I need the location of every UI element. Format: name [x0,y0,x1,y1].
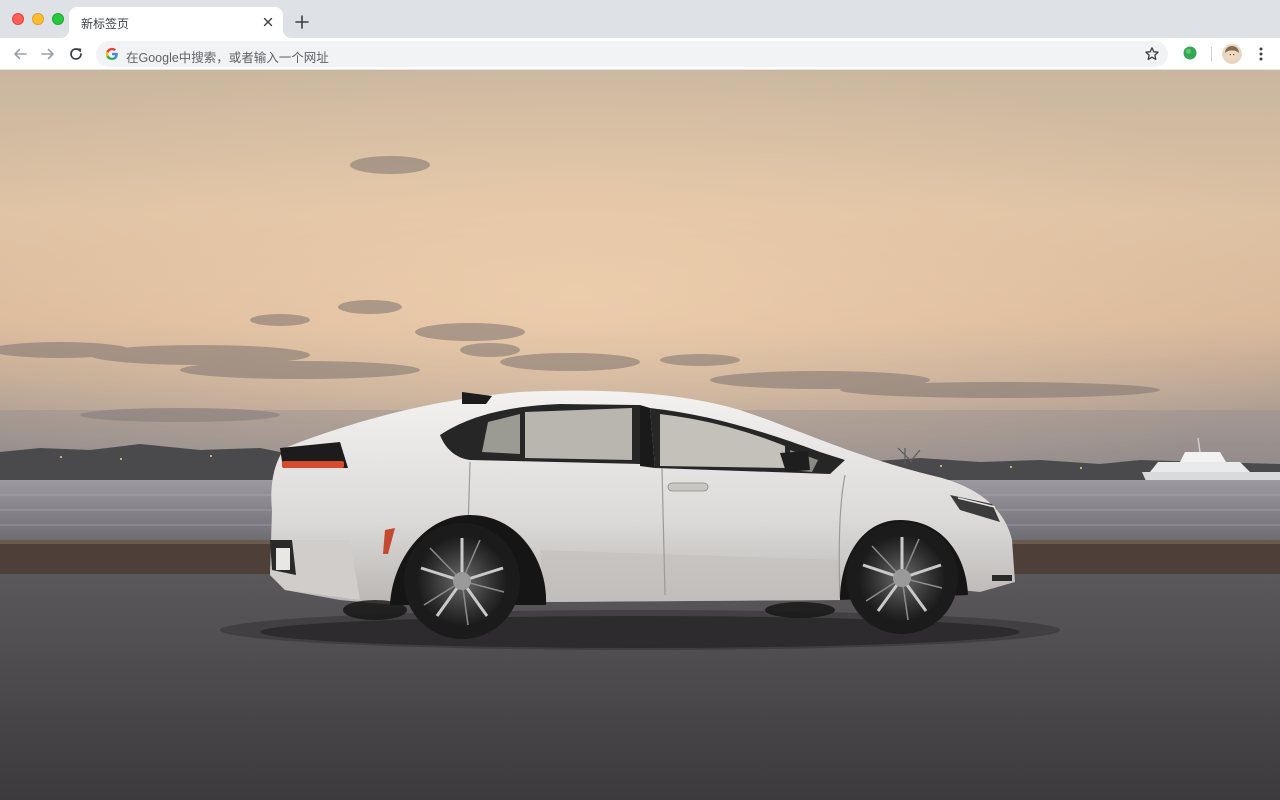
close-icon[interactable] [261,15,275,29]
front-wheel [846,522,958,634]
plus-icon[interactable] [292,12,312,32]
toolbar: 在Google中搜索，或者输入一个网址 [0,38,1280,70]
toolbar-divider [1211,47,1212,61]
omnibox-placeholder: 在Google中搜索，或者输入一个网址 [126,51,329,65]
star-icon[interactable] [1144,46,1160,62]
window-minimize-button[interactable] [32,13,44,25]
extension-icon[interactable] [1182,45,1198,61]
window-maximize-button[interactable] [52,13,64,25]
tab-strip: 新标签页 [0,0,1280,38]
arrow-left-icon[interactable] [10,44,30,64]
window-close-button[interactable] [12,13,24,25]
rear-wheel [404,523,520,639]
avatar[interactable] [1222,44,1242,64]
omnibox[interactable]: 在Google中搜索，或者输入一个网址 [96,41,1168,67]
background-photo [0,70,1280,800]
tab-new-tab[interactable]: 新标签页 [69,7,283,38]
arrow-right-icon[interactable] [38,44,58,64]
tab-title: 新标签页 [81,17,130,31]
kebab-menu-icon[interactable] [1252,44,1270,64]
google-icon [105,47,119,61]
reload-icon[interactable] [66,44,86,64]
